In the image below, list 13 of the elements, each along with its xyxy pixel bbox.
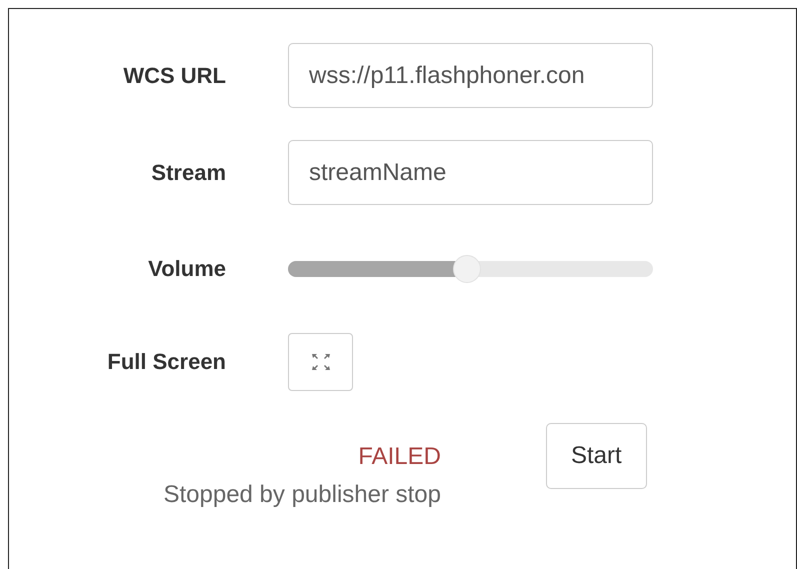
expand-icon bbox=[310, 353, 330, 371]
status-message: Stopped by publisher stop bbox=[163, 481, 441, 509]
field-label: Full Screen bbox=[107, 349, 226, 375]
field-label: Volume bbox=[148, 256, 226, 282]
volume-slider[interactable] bbox=[288, 255, 653, 283]
field-label: Stream bbox=[151, 160, 226, 186]
text-field[interactable]: wss://p11.flashphoner.con bbox=[288, 43, 653, 108]
slider-thumb[interactable] bbox=[452, 255, 481, 283]
text-field[interactable]: streamName bbox=[288, 140, 653, 205]
fullscreen-button[interactable] bbox=[288, 333, 353, 391]
status-text: FAILED bbox=[358, 443, 441, 471]
start-button[interactable]: Start bbox=[546, 423, 647, 489]
field-label: WCS URL bbox=[123, 62, 226, 88]
